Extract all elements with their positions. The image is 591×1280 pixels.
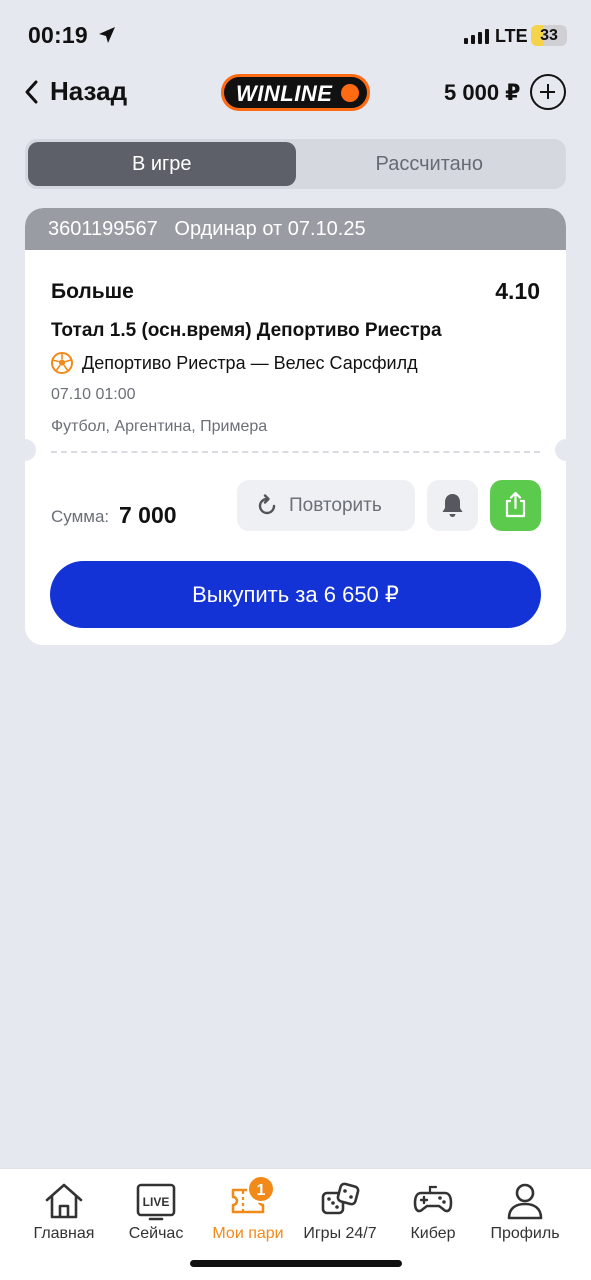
logo-dot xyxy=(341,84,359,102)
winline-logo: WINLINE xyxy=(221,74,370,111)
dashed-divider xyxy=(51,451,540,453)
nav-games[interactable]: Игры 24/7 xyxy=(290,1181,390,1243)
bet-card-header: 3601199567 Ординар от 07.10.25 xyxy=(25,208,566,250)
repeat-icon xyxy=(258,493,276,514)
gamepad-icon xyxy=(413,1185,453,1213)
share-icon xyxy=(505,491,526,518)
live-icon-text: LIVE xyxy=(143,1195,170,1209)
bottom-navigation: Главная LIVE Сейчас 1 Мои пари Игры 24/7 xyxy=(0,1168,591,1280)
event-league: Футбол, Аргентина, Примера xyxy=(51,418,268,435)
add-funds-button[interactable] xyxy=(530,74,566,110)
bet-market: Тотал 1.5 (осн.время) Депортиво Риестра xyxy=(51,320,442,341)
logo-text: WINLINE xyxy=(236,81,333,106)
repeat-button[interactable]: Повторить xyxy=(237,480,415,531)
status-time: 00:19 xyxy=(28,22,88,48)
bet-outcome: Больше xyxy=(51,280,134,303)
nav-label: Игры 24/7 xyxy=(303,1225,377,1242)
battery-level: 33 xyxy=(540,27,558,44)
sum-value: 7 000 xyxy=(119,502,177,528)
nav-label: Профиль xyxy=(490,1225,560,1242)
bets-tabs: В игре Рассчитано xyxy=(25,139,566,189)
back-label: Назад xyxy=(50,76,128,106)
header: Назад WINLINE 5 000 ₽ xyxy=(0,70,591,116)
event-row[interactable]: Депортиво Риестра — Велес Сарсфилд xyxy=(51,352,418,374)
status-bar: 00:19 LTE 33 xyxy=(0,0,591,70)
dice-icon xyxy=(321,1182,360,1215)
location-arrow-icon xyxy=(99,27,115,43)
live-icon: LIVE xyxy=(136,1183,176,1221)
notify-button[interactable] xyxy=(427,480,478,531)
profile-icon xyxy=(507,1183,543,1220)
event-name: Депортиво Риестра — Велес Сарсфилд xyxy=(82,352,418,373)
signal-icon xyxy=(464,28,489,44)
bell-icon xyxy=(442,494,463,517)
bet-card-body: Больше 4.10 Тотал 1.5 (осн.время) Депорт… xyxy=(25,250,566,645)
football-icon xyxy=(51,352,73,374)
cashout-button[interactable]: Выкупить за 6 650 ₽ xyxy=(50,561,541,628)
nav-label: Главная xyxy=(33,1225,95,1242)
my-bets-badge: 1 xyxy=(247,1175,275,1203)
network-type: LTE xyxy=(495,26,528,46)
nav-live[interactable]: LIVE Сейчас xyxy=(106,1181,206,1243)
back-button[interactable]: Назад xyxy=(22,76,127,107)
nav-cyber[interactable]: Кибер xyxy=(383,1181,483,1243)
nav-home[interactable]: Главная xyxy=(14,1181,114,1243)
home-icon xyxy=(45,1183,83,1219)
event-datetime: 07.10 01:00 xyxy=(51,386,136,403)
bet-id-and-type: 3601199567 Ординар от 07.10.25 xyxy=(48,218,366,240)
repeat-label: Повторить xyxy=(289,494,382,516)
nav-label: Сейчас xyxy=(128,1225,184,1242)
sum-label: Сумма: xyxy=(51,507,110,526)
bet-odds: 4.10 xyxy=(495,278,540,304)
home-indicator xyxy=(190,1260,402,1267)
chevron-left-icon xyxy=(25,80,38,103)
nav-label: Кибер xyxy=(410,1225,456,1242)
share-button[interactable] xyxy=(490,480,541,531)
battery-icon: 33 xyxy=(531,25,567,46)
nav-my-bets[interactable]: 1 Мои пари xyxy=(198,1175,298,1243)
balance[interactable]: 5 000 ₽ xyxy=(444,80,520,106)
tab-in-game[interactable]: В игре xyxy=(28,142,296,186)
bet-card[interactable]: 3601199567 Ординар от 07.10.25 Больше 4.… xyxy=(25,208,566,645)
nav-profile[interactable]: Профиль xyxy=(475,1181,575,1243)
nav-label: Мои пари xyxy=(212,1225,284,1242)
tab-settled[interactable]: Рассчитано xyxy=(296,142,564,186)
